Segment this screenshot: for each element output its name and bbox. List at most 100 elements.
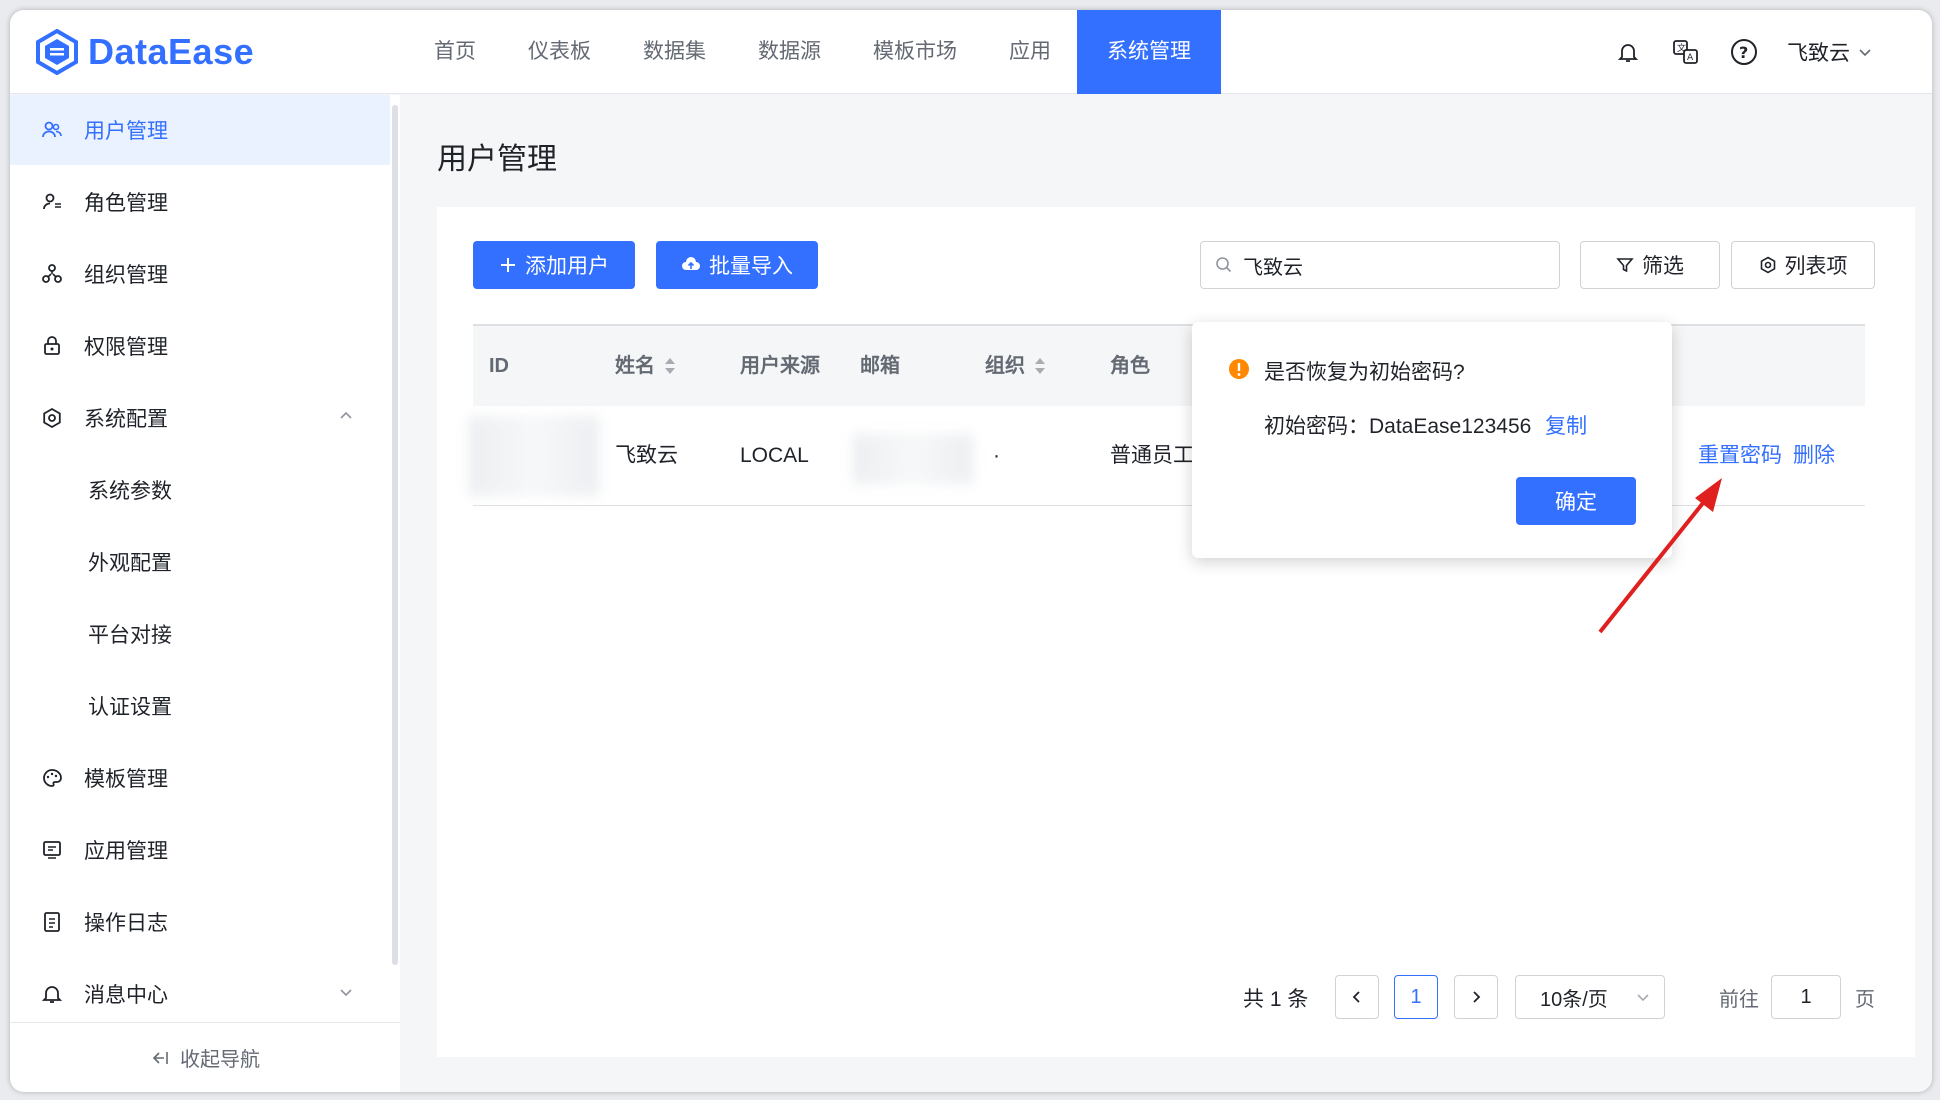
prev-page-button[interactable] [1335, 975, 1379, 1019]
org-icon [40, 262, 64, 286]
gear-icon [40, 406, 64, 430]
log-icon [40, 910, 64, 934]
reset-password-link[interactable]: 重置密码 [1698, 406, 1782, 506]
sidebar-item-app-management[interactable]: 应用管理 [10, 815, 390, 885]
logo[interactable]: DataEase [34, 28, 254, 76]
column-header-name[interactable]: 姓名 [615, 326, 677, 406]
copy-password-link[interactable]: 复制 [1545, 415, 1587, 438]
nav-dataset[interactable]: 数据集 [617, 10, 732, 94]
users-icon [40, 118, 64, 142]
sidebar-item-role-management[interactable]: 角色管理 [10, 167, 390, 237]
nav-dashboard[interactable]: 仪表板 [502, 10, 617, 94]
sidebar-item-label: 系统配置 [84, 408, 168, 431]
page-size-select[interactable]: 10条/页 [1515, 975, 1665, 1019]
cloud-upload-icon [682, 257, 700, 270]
cell-name: 飞致云 [615, 444, 678, 467]
nav-application[interactable]: 应用 [983, 10, 1077, 94]
search-input[interactable] [1243, 253, 1533, 277]
column-header-id: ID [489, 355, 509, 377]
svg-text:?: ? [1739, 43, 1748, 62]
column-settings-button[interactable]: 列表项 [1731, 241, 1875, 289]
header-actions: 文A ? 飞致云 [1613, 10, 1872, 94]
sidebar-item-system-config[interactable]: 系统配置 [10, 383, 390, 453]
svg-text:A: A [1687, 53, 1694, 63]
sort-icon[interactable] [663, 356, 677, 376]
chevron-left-icon [1352, 991, 1360, 1003]
reset-password-popconfirm: 是否恢复为初始密码? 初始密码：DataEase123456 复制 确定 [1192, 322, 1672, 558]
sidebar-item-label: 系统参数 [88, 480, 172, 503]
sidebar: 用户管理 角色管理 组织管理 权限管理 系统配置 系统参数 外观配置 平台对接 [10, 95, 400, 1092]
popconfirm-body: 初始密码：DataEase123456 复制 [1264, 410, 1587, 440]
sidebar-item-appearance[interactable]: 外观配置 [10, 527, 390, 597]
filter-icon [1616, 258, 1634, 273]
sidebar-item-user-management[interactable]: 用户管理 [10, 95, 390, 165]
user-menu[interactable]: 飞致云 [1787, 37, 1872, 67]
warning-icon [1229, 359, 1249, 379]
nav-home[interactable]: 首页 [408, 10, 502, 94]
sidebar-item-label: 角色管理 [84, 192, 168, 215]
user-table-card: 添加用户 批量导入 筛选 列表项 ID 姓名 用户来源 邮箱 组织 角色 [437, 207, 1915, 1057]
popconfirm-title: 是否恢复为初始密码? [1264, 361, 1465, 384]
page-title: 用户管理 [437, 143, 557, 176]
blurred-email [853, 434, 973, 484]
column-header-source: 用户来源 [740, 355, 820, 377]
collapse-left-icon [152, 1051, 168, 1064]
sidebar-item-message-center[interactable]: 消息中心 [10, 959, 390, 1029]
svg-text:文: 文 [1677, 42, 1686, 54]
sidebar-scrollbar[interactable] [392, 105, 398, 965]
gear-icon [1760, 256, 1775, 274]
logo-text: DataEase [88, 31, 255, 72]
sort-icon[interactable] [1033, 356, 1047, 376]
sidebar-item-org-management[interactable]: 组织管理 [10, 239, 390, 309]
sidebar-item-label: 用户管理 [84, 120, 168, 143]
app-icon [40, 838, 64, 862]
confirm-button[interactable]: 确定 [1516, 477, 1636, 525]
sidebar-item-permission-management[interactable]: 权限管理 [10, 311, 390, 381]
column-header-email: 邮箱 [860, 355, 900, 377]
blurred-id [469, 416, 599, 496]
add-user-button[interactable]: 添加用户 [473, 241, 635, 289]
page-number-current[interactable]: 1 [1394, 975, 1438, 1019]
sidebar-item-label: 应用管理 [84, 840, 168, 863]
sidebar-item-label: 平台对接 [88, 624, 172, 647]
goto-label: 前往 [1719, 989, 1759, 1011]
search-box[interactable] [1200, 241, 1560, 289]
sidebar-item-platform-integration[interactable]: 平台对接 [10, 599, 390, 669]
column-header-org[interactable]: 组织 [985, 326, 1047, 406]
cell-role: 普通员工 [1110, 444, 1194, 467]
sidebar-item-label: 权限管理 [84, 336, 168, 359]
nav-template-market[interactable]: 模板市场 [847, 10, 983, 94]
bell-icon [40, 982, 64, 1006]
plus-icon [501, 258, 515, 272]
help-question-icon[interactable]: ? [1729, 37, 1759, 67]
column-settings-label: 列表项 [1784, 255, 1848, 278]
collapse-nav-button[interactable]: 收起导航 [10, 1022, 400, 1092]
sidebar-item-template-management[interactable]: 模板管理 [10, 743, 390, 813]
goto-page-input[interactable]: 1 [1771, 975, 1841, 1019]
next-page-button[interactable] [1454, 975, 1498, 1019]
chevron-down-icon [1637, 994, 1649, 1002]
sidebar-item-operation-log[interactable]: 操作日志 [10, 887, 390, 957]
dataease-logo-icon [36, 29, 78, 75]
notification-bell-icon[interactable] [1613, 37, 1643, 67]
top-header: DataEase 首页 仪表板 数据集 数据源 模板市场 应用 系统管理 文A … [10, 10, 1932, 94]
batch-import-button[interactable]: 批量导入 [656, 241, 818, 289]
sidebar-item-label: 消息中心 [84, 984, 168, 1007]
sidebar-item-system-params[interactable]: 系统参数 [10, 455, 390, 525]
filter-button[interactable]: 筛选 [1580, 241, 1720, 289]
chevron-right-icon [1473, 991, 1481, 1003]
nav-datasource[interactable]: 数据源 [732, 10, 847, 94]
search-icon [1216, 257, 1232, 273]
nav-system-management[interactable]: 系统管理 [1077, 10, 1221, 94]
delete-link[interactable]: 删除 [1793, 406, 1835, 506]
batch-import-label: 批量导入 [709, 255, 793, 278]
column-header-role: 角色 [1110, 355, 1150, 377]
sidebar-item-auth-settings[interactable]: 认证设置 [10, 671, 390, 741]
app-window: DataEase 首页 仪表板 数据集 数据源 模板市场 应用 系统管理 文A … [10, 10, 1932, 1092]
chevron-up-icon [340, 411, 352, 419]
role-icon [40, 190, 64, 214]
cell-org: · [993, 444, 1000, 467]
filter-label: 筛选 [1642, 255, 1684, 278]
sidebar-item-label: 认证设置 [88, 696, 172, 719]
language-translate-icon[interactable]: 文A [1671, 37, 1701, 67]
